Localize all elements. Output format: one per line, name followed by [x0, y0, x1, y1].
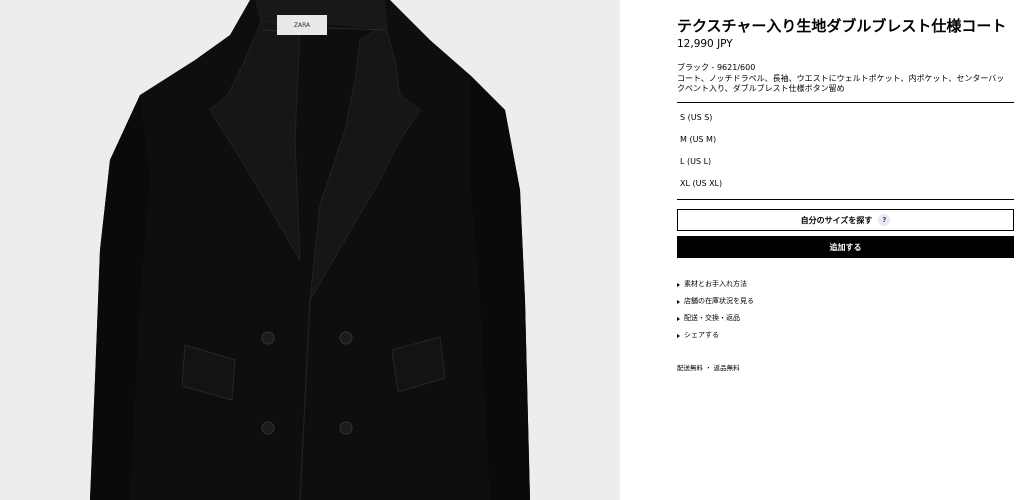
size-option-xl[interactable]: XL (US XL)	[677, 173, 1014, 195]
find-my-size-button[interactable]: 自分のサイズを探す ?	[677, 209, 1014, 231]
color-reference: ブラック - 9621/600	[677, 63, 756, 72]
help-icon[interactable]: ?	[878, 214, 891, 226]
product-page: ZARA テクスチャー入り生地ダブルブレスト仕様コート 12,990 JPY ブ…	[0, 0, 1024, 500]
product-title: テクスチャー入り生地ダブルブレスト仕様コート	[677, 17, 1007, 35]
chevron-right-icon	[677, 333, 680, 338]
button-icon	[339, 421, 353, 435]
product-description: コート、ノッチドラペル、長袖、ウエストにウェルトポケット、内ポケット、センターバ…	[677, 74, 1005, 93]
info-link-shipping-returns[interactable]: 配送・交換・返品	[677, 310, 1014, 327]
button-icon	[261, 421, 275, 435]
size-selector: S (US S) M (US M) L (US L) XL (US XL)	[677, 102, 1014, 200]
product-image[interactable]: ZARA	[0, 0, 620, 500]
button-icon	[339, 331, 353, 345]
add-to-cart-button[interactable]: 追加する	[677, 236, 1014, 258]
info-link-label: 素材とお手入れ方法	[684, 280, 747, 288]
info-link-materials-care[interactable]: 素材とお手入れ方法	[677, 276, 1014, 293]
coat-illustration: ZARA	[0, 0, 620, 500]
find-my-size-label: 自分のサイズを探す	[800, 215, 873, 225]
chevron-right-icon	[677, 299, 680, 304]
size-option-m[interactable]: M (US M)	[677, 129, 1014, 151]
info-link-share[interactable]: シェアする	[677, 327, 1014, 344]
info-link-label: 配送・交換・返品	[684, 314, 740, 322]
info-link-label: シェアする	[684, 331, 719, 339]
product-price: 12,990 JPY	[677, 38, 733, 50]
shipping-note: 配送無料 ・ 返品無料	[677, 364, 740, 372]
info-link-label: 店舗の在庫状況を見る	[684, 297, 754, 305]
button-icon	[261, 331, 275, 345]
size-option-s[interactable]: S (US S)	[677, 107, 1014, 129]
chevron-right-icon	[677, 282, 680, 287]
chevron-right-icon	[677, 316, 680, 321]
info-link-store-stock[interactable]: 店舗の在庫状況を見る	[677, 293, 1014, 310]
info-links: 素材とお手入れ方法 店舗の在庫状況を見る 配送・交換・返品 シェアする	[677, 276, 1014, 344]
product-details-panel: テクスチャー入り生地ダブルブレスト仕様コート 12,990 JPY ブラック -…	[620, 0, 1024, 500]
brand-label-text: ZARA	[294, 22, 311, 29]
size-option-l[interactable]: L (US L)	[677, 151, 1014, 173]
